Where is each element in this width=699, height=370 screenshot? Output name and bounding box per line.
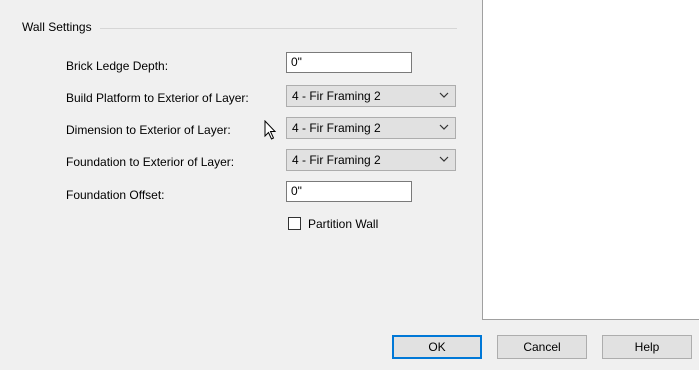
- mouse-cursor-icon: [264, 120, 277, 140]
- dimension-label: Dimension to Exterior of Layer:: [66, 123, 231, 137]
- dimension-select[interactable]: 4 - Fir Framing 2: [286, 117, 456, 139]
- dimension-value: 4 - Fir Framing 2: [292, 121, 381, 135]
- brick-ledge-depth-label: Brick Ledge Depth:: [66, 59, 169, 73]
- chevron-down-icon: [439, 124, 449, 130]
- group-title: Wall Settings: [22, 20, 96, 34]
- foundation-label: Foundation to Exterior of Layer:: [66, 155, 235, 169]
- build-platform-select[interactable]: 4 - Fir Framing 2: [286, 85, 456, 107]
- cancel-button[interactable]: Cancel: [497, 335, 587, 359]
- build-platform-label: Build Platform to Exterior of Layer:: [66, 91, 249, 105]
- help-button[interactable]: Help: [602, 335, 692, 359]
- group-divider: [100, 28, 457, 29]
- partition-wall-label[interactable]: Partition Wall: [308, 217, 378, 231]
- ok-button[interactable]: OK: [392, 335, 482, 359]
- chevron-down-icon: [439, 156, 449, 162]
- brick-ledge-depth-input[interactable]: 0": [286, 52, 412, 73]
- foundation-select[interactable]: 4 - Fir Framing 2: [286, 149, 456, 171]
- foundation-value: 4 - Fir Framing 2: [292, 153, 381, 167]
- partition-wall-checkbox[interactable]: [288, 217, 301, 230]
- build-platform-value: 4 - Fir Framing 2: [292, 89, 381, 103]
- chevron-down-icon: [439, 92, 449, 98]
- foundation-offset-label: Foundation Offset:: [66, 188, 165, 202]
- foundation-offset-input[interactable]: 0": [286, 181, 412, 202]
- wall-preview-pane: [482, 0, 699, 320]
